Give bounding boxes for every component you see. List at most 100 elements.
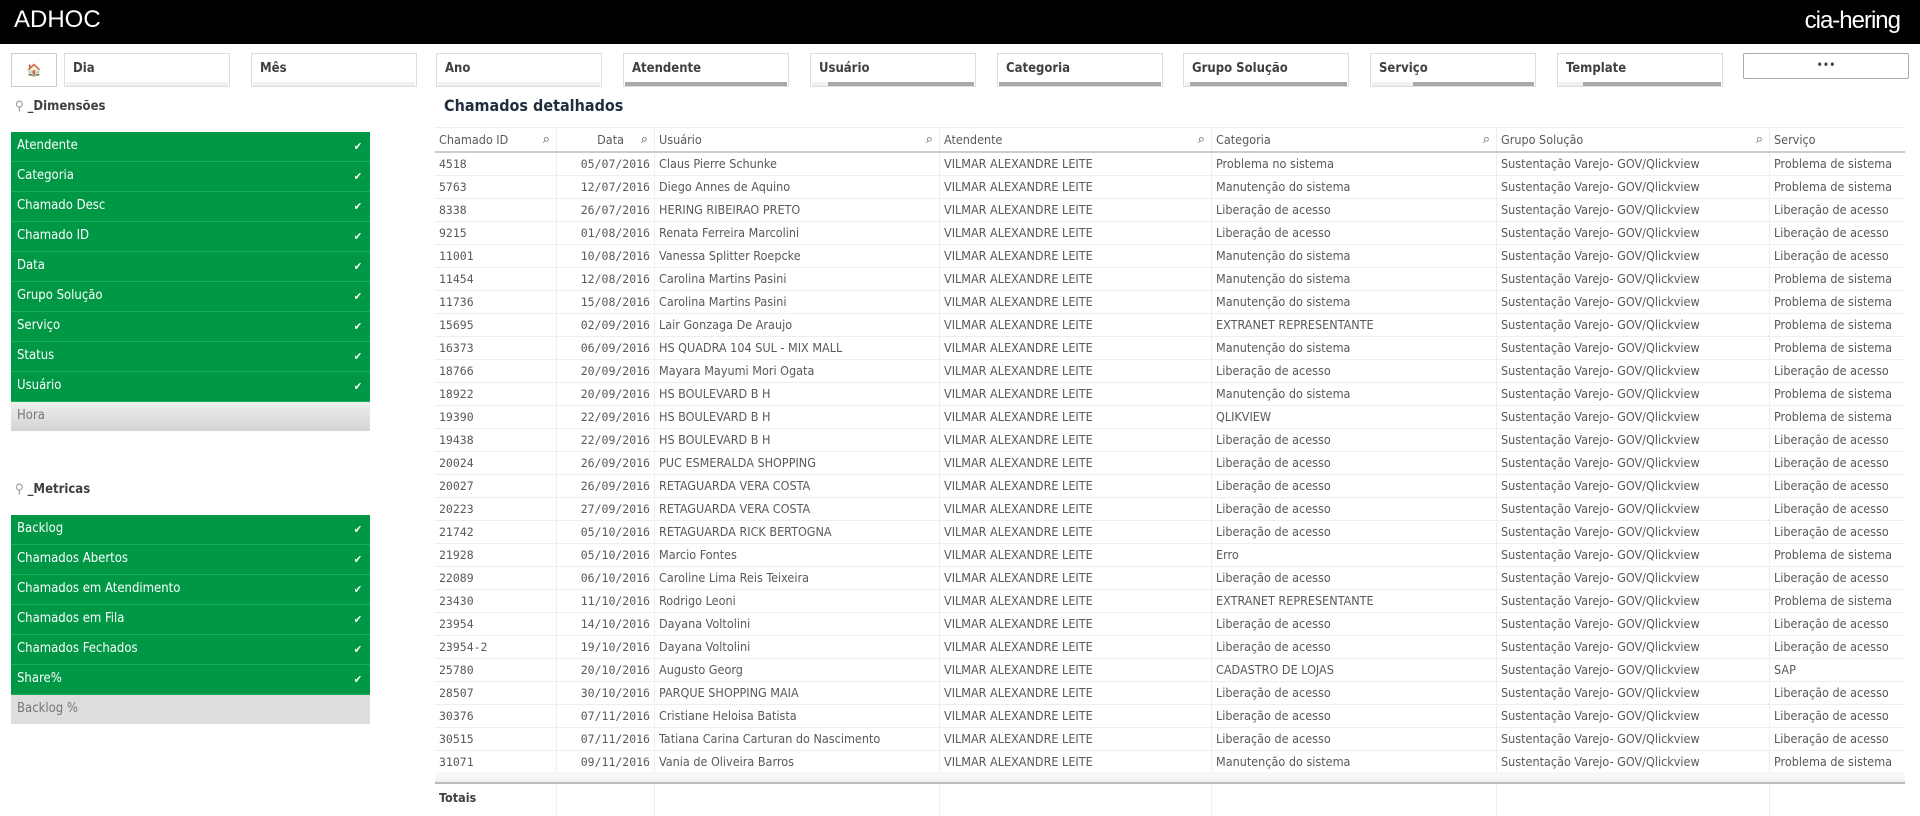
more-filters-button[interactable]: ••• bbox=[1743, 53, 1909, 79]
column-header-atendente[interactable]: Atendente ⌕ bbox=[940, 128, 1212, 151]
list-item-selected[interactable]: Backlog ✔ bbox=[11, 515, 370, 545]
table-cell: Marcio Fontes bbox=[655, 544, 940, 566]
column-header-chamado-id[interactable]: Chamado ID▲ ⌕ bbox=[435, 128, 557, 151]
list-item-selected[interactable]: Serviço ✔ bbox=[11, 312, 370, 342]
list-item-label: Chamado ID bbox=[17, 228, 90, 243]
search-icon[interactable]: ⚲ bbox=[15, 482, 24, 497]
table-row[interactable]: 15695 02/09/2016 Lair Gonzaga De Araujo VIL… bbox=[435, 314, 1905, 337]
table-cell: Liberação de acesso bbox=[1774, 455, 1889, 470]
table-cell: Dayana Voltolini bbox=[655, 613, 940, 635]
home-button[interactable]: 🏠 bbox=[11, 53, 57, 87]
table-row[interactable]: 19438 22/09/2016 HS BOULEVARD B H VILMAR AL… bbox=[435, 429, 1905, 452]
table-cell: Vanessa Splitter Roepcke bbox=[655, 245, 940, 267]
filter-usuário[interactable]: Usuário bbox=[810, 53, 976, 87]
column-header-grupo-solução[interactable]: Grupo Solução ⌕ bbox=[1497, 128, 1770, 151]
column-header-serviço[interactable]: Serviço bbox=[1770, 128, 1905, 151]
table-row[interactable]: 28507 30/10/2016 PARQUE SHOPPING MAIA VILMA… bbox=[435, 682, 1905, 705]
table-row[interactable]: 11454 12/08/2016 Carolina Martins Pasini VI… bbox=[435, 268, 1905, 291]
filter-label: Ano bbox=[445, 61, 471, 76]
list-item-selected[interactable]: Chamados em Atendimento ✔ bbox=[11, 575, 370, 605]
filter-template[interactable]: Template bbox=[1557, 53, 1723, 87]
table-cell: Liberação de acesso bbox=[1774, 363, 1889, 378]
filter-mês[interactable]: Mês bbox=[251, 53, 417, 87]
search-icon[interactable]: ⚲ bbox=[15, 99, 24, 114]
filter-categoria[interactable]: Categoria bbox=[997, 53, 1163, 87]
table-row[interactable]: 30376 07/11/2016 Cristiane Heloisa Batista… bbox=[435, 705, 1905, 728]
table-row[interactable]: 25780 20/10/2016 Augusto Georg VILMAR ALEXA… bbox=[435, 659, 1905, 682]
list-item-alternative[interactable]: Backlog % bbox=[11, 695, 370, 724]
table-cell: VILMAR ALEXANDRE LEITE bbox=[940, 337, 1212, 359]
list-item-label: Atendente bbox=[17, 138, 78, 153]
search-icon[interactable]: ⌕ bbox=[543, 128, 550, 151]
table-row[interactable]: 23954 14/10/2016 Dayana Voltolini VILMAR AL… bbox=[435, 613, 1905, 636]
list-item-selected[interactable]: Chamado Desc ✔ bbox=[11, 192, 370, 222]
list-item-selected[interactable]: Chamados em Fila ✔ bbox=[11, 605, 370, 635]
table-row[interactable]: 5763 12/07/2016 Diego Annes de Aquino VILMA… bbox=[435, 176, 1905, 199]
column-header-categoria[interactable]: Categoria ⌕ bbox=[1212, 128, 1497, 151]
table-cell: Manutenção do sistema bbox=[1212, 245, 1497, 267]
filter-atendente[interactable]: Atendente bbox=[623, 53, 789, 87]
table-cell: PUC ESMERALDA SHOPPING bbox=[655, 452, 940, 474]
table-cell: Problema de sistema bbox=[1774, 271, 1893, 286]
column-header-usuário[interactable]: Usuário ⌕ bbox=[655, 128, 940, 151]
table-row[interactable]: 21742 05/10/2016 RETAGUARDA RICK BERTOGNA V… bbox=[435, 521, 1905, 544]
table-row[interactable]: 23954-2 19/10/2016 Dayana Voltolini VILMAR … bbox=[435, 636, 1905, 659]
table-cell: Renata Ferreira Marcolini bbox=[655, 222, 940, 244]
list-item-selected[interactable]: Chamado ID ✔ bbox=[11, 222, 370, 252]
search-icon[interactable]: ⌕ bbox=[926, 128, 933, 151]
table-row[interactable]: 20024 26/09/2016 PUC ESMERALDA SHOPPING VIL… bbox=[435, 452, 1905, 475]
table-cell: 20223 bbox=[435, 498, 557, 520]
table-cell: VILMAR ALEXANDRE LEITE bbox=[940, 176, 1212, 198]
table-cell: VILMAR ALEXANDRE LEITE bbox=[940, 567, 1212, 589]
list-item-selected[interactable]: Usuário ✔ bbox=[11, 372, 370, 402]
search-icon[interactable]: ⌕ bbox=[641, 128, 648, 151]
check-icon: ✔ bbox=[353, 380, 362, 393]
list-item-label: Status bbox=[17, 348, 55, 363]
search-icon[interactable]: ⌕ bbox=[1756, 128, 1763, 151]
list-item-alternative[interactable]: Hora bbox=[11, 402, 370, 431]
table-cell: 11001 bbox=[435, 245, 557, 267]
table-row[interactable]: 11001 10/08/2016 Vanessa Splitter Roepcke V… bbox=[435, 245, 1905, 268]
table-cell: HERING RIBEIRAO PRETO bbox=[655, 199, 940, 221]
search-icon[interactable]: ⌕ bbox=[1198, 128, 1205, 151]
table-row[interactable]: 18766 20/09/2016 Mayara Mayumi Mori Ogata V… bbox=[435, 360, 1905, 383]
list-item-selected[interactable]: Status ✔ bbox=[11, 342, 370, 372]
search-icon[interactable]: ⌕ bbox=[1483, 128, 1490, 151]
table-row[interactable]: 8338 26/07/2016 HERING RIBEIRAO PRETO VILMA… bbox=[435, 199, 1905, 222]
list-item-selected[interactable]: Share% ✔ bbox=[11, 665, 370, 695]
table-row[interactable]: 21928 05/10/2016 Marcio Fontes VILMAR ALEXA… bbox=[435, 544, 1905, 567]
table-cell: Problema de sistema bbox=[1774, 294, 1893, 309]
table-row[interactable]: 20027 26/09/2016 RETAGUARDA VERA COSTA VILM… bbox=[435, 475, 1905, 498]
table-row[interactable]: 11736 15/08/2016 Carolina Martins Pasini VI… bbox=[435, 291, 1905, 314]
filter-grupo-solução[interactable]: Grupo Solução bbox=[1183, 53, 1349, 87]
table-row[interactable]: 9215 01/08/2016 Renata Ferreira Marcolini V… bbox=[435, 222, 1905, 245]
table-row[interactable]: 23430 11/10/2016 Rodrigo Leoni VILMAR ALEXA… bbox=[435, 590, 1905, 613]
table-cell: 12/07/2016 bbox=[557, 176, 655, 198]
list-item-selected[interactable]: Chamados Fechados ✔ bbox=[11, 635, 370, 665]
table-cell: VILMAR ALEXANDRE LEITE bbox=[940, 659, 1212, 681]
filter-serviço[interactable]: Serviço bbox=[1370, 53, 1536, 87]
filter-dia[interactable]: Dia bbox=[64, 53, 230, 87]
table-cell: 25780 bbox=[435, 659, 557, 681]
table-row[interactable]: 20223 27/09/2016 RETAGUARDA VERA COSTA VILM… bbox=[435, 498, 1905, 521]
table-cell: Liberação de acesso bbox=[1212, 728, 1497, 750]
list-item-selected[interactable]: Categoria ✔ bbox=[11, 162, 370, 192]
table-row[interactable]: 16373 06/09/2016 HS QUADRA 104 SUL - MIX M… bbox=[435, 337, 1905, 360]
list-item-selected[interactable]: Data ✔ bbox=[11, 252, 370, 282]
table-cell: Problema de sistema bbox=[1774, 340, 1893, 355]
table-cell: Liberação de acesso bbox=[1774, 524, 1889, 539]
filter-ano[interactable]: Ano bbox=[436, 53, 602, 87]
table-row[interactable]: 19390 22/09/2016 HS BOULEVARD B H VILMAR AL… bbox=[435, 406, 1905, 429]
table-cell: VILMAR ALEXANDRE LEITE bbox=[940, 682, 1212, 704]
table-row[interactable]: 30515 07/11/2016 Tatiana Carina Carturan d… bbox=[435, 728, 1905, 751]
table-row[interactable]: 4518 05/07/2016 Claus Pierre Schunke VILMAR… bbox=[435, 153, 1905, 176]
home-icon: 🏠 bbox=[26, 63, 42, 77]
list-item-selected[interactable]: Chamados Abertos ✔ bbox=[11, 545, 370, 575]
table-row[interactable]: 18922 20/09/2016 HS BOULEVARD B H VILMAR AL… bbox=[435, 383, 1905, 406]
column-header-data[interactable]: Data ⌕ bbox=[557, 128, 655, 151]
table-cell: 20/09/2016 bbox=[557, 383, 655, 405]
table-row[interactable]: 22089 06/10/2016 Caroline Lima Reis Teixei… bbox=[435, 567, 1905, 590]
list-item-selected[interactable]: Atendente ✔ bbox=[11, 132, 370, 162]
list-item-selected[interactable]: Grupo Solução ✔ bbox=[11, 282, 370, 312]
table-cell: Mayara Mayumi Mori Ogata bbox=[655, 360, 940, 382]
